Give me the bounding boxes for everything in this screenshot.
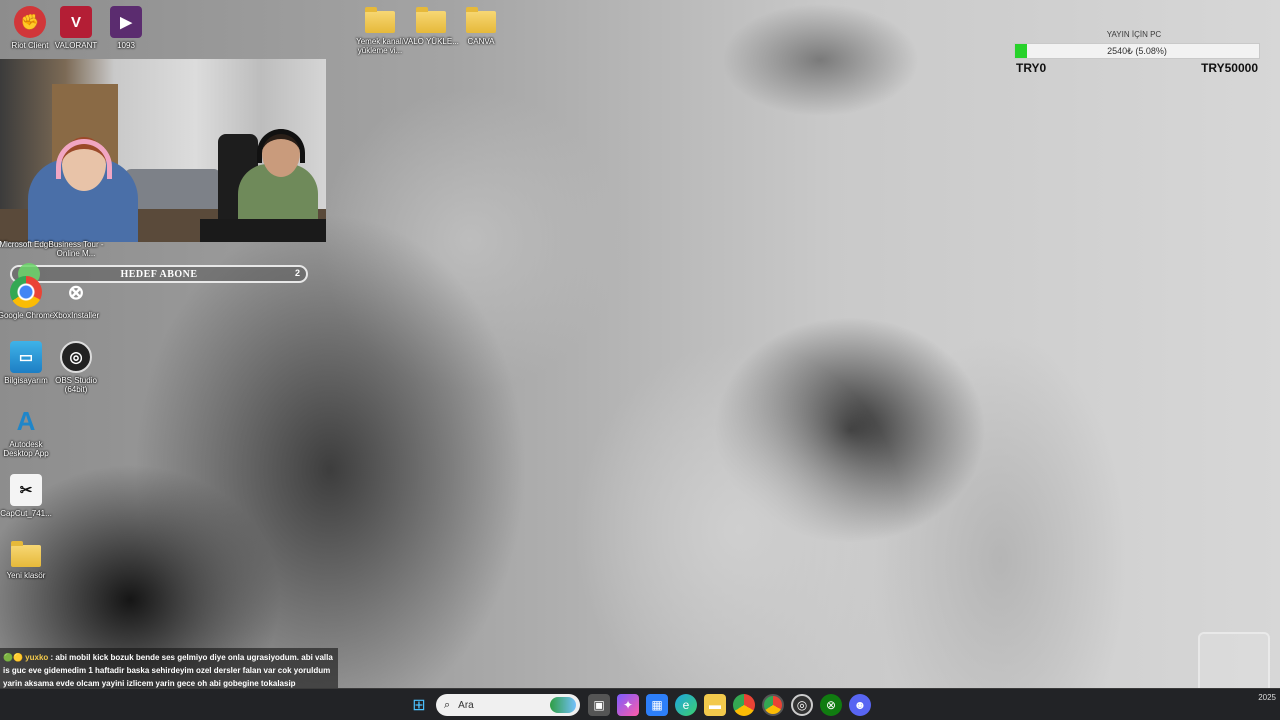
donation-title: YAYIN İÇİN PC [1106,30,1162,39]
folder-icon [365,7,395,33]
webcam-overlay [0,59,326,242]
obs-icon: ◎ [60,341,92,373]
desktop-icon-label: CANVA [467,37,495,46]
desktop-icon-label: XboxInstaller [52,311,100,320]
chrome-icon-active[interactable] [762,694,784,716]
chat-username: yuxko [25,653,49,662]
desktop-icon-label: Business Tour - Online M... [48,240,104,258]
file-explorer-icon[interactable]: ▬ [704,694,726,716]
desktop-icon-business-tour[interactable]: Business Tour - Online M... [46,240,106,258]
desktop-icon-new-folder[interactable]: Yeni klasör [0,540,56,580]
taskbar-search[interactable]: ⌕ Ara [436,694,580,716]
desktop-icon-label: CapCut_741... [0,509,52,518]
task-view-icon[interactable]: ▣ [588,694,610,716]
desktop-icon-1093[interactable]: ▶ 1093 [96,6,156,50]
desktop-icon-label: OBS Studio (64bit) [55,376,97,394]
video-file-icon: ▶ [110,6,142,38]
search-highlight-image [550,697,576,713]
chrome-icon[interactable] [733,694,755,716]
desktop-icon-autodesk[interactable]: A Autodesk Desktop App [0,405,56,459]
autodesk-icon: A [16,405,36,436]
obs-icon[interactable]: ◎ [791,694,813,716]
folder-icon [11,541,41,567]
copilot-icon[interactable]: ✦ [617,694,639,716]
desktop-icon-xbox-installer[interactable]: ⊗ XboxInstaller [46,276,106,321]
system-tray[interactable]: 2025 [1206,693,1276,717]
desktop-folder-canva[interactable]: CANVA [451,6,511,46]
chat-badge-icon: 🟢🟡 [3,653,23,662]
store-icon[interactable]: ▦ [646,694,668,716]
desktop-icon-label: Yeni klasör [6,571,46,580]
desktop-icon-label: 1093 [117,41,135,50]
goal-count: 2 [294,268,300,278]
donation-progress-text: 2540₺ (5.08%) [1107,46,1167,56]
folder-icon [416,7,446,33]
edge-icon[interactable]: e [675,694,697,716]
desktop-icon-capcut[interactable]: ✂ CapCut_741... [0,474,56,518]
goal-title: HEDEF ABONE [120,268,198,280]
xbox-icon[interactable]: ⊗ [820,694,842,716]
black-headset [257,129,305,163]
valorant-icon: V [60,6,92,38]
tray-year: 2025 [1258,693,1276,702]
donation-max: TRY50000 [1201,61,1258,75]
donation-goal-widget: YAYIN İÇİN PC 2540₺ (5.08%) TRY0 TRY5000… [1014,30,1260,75]
computer-icon: ▭ [10,341,42,373]
desktop-icon-obs[interactable]: ◎ OBS Studio (64bit) [46,341,106,394]
desktop-icon-label: Autodesk Desktop App [3,440,49,458]
search-placeholder: Ara [458,699,474,711]
discord-icon[interactable]: ☻ [849,694,871,716]
capcut-icon: ✂ [10,474,42,506]
taskbar: ⊞ ⌕ Ara ▣ ✦ ▦ e ▬ ◎ ⊗ ☻ 2025 [0,688,1280,720]
donation-progress-bar: 2540₺ (5.08%) [1014,43,1260,59]
xbox-icon: ⊗ [67,281,85,304]
start-icon[interactable]: ⊞ [408,694,430,716]
webcam-sofa [125,169,220,214]
chrome-icon [10,276,42,308]
folder-icon [466,7,496,33]
riot-client-icon: ✊ [14,6,46,38]
search-icon: ⌕ [444,698,451,711]
webcam-desk [200,219,326,242]
donation-min: TRY0 [1016,61,1047,75]
